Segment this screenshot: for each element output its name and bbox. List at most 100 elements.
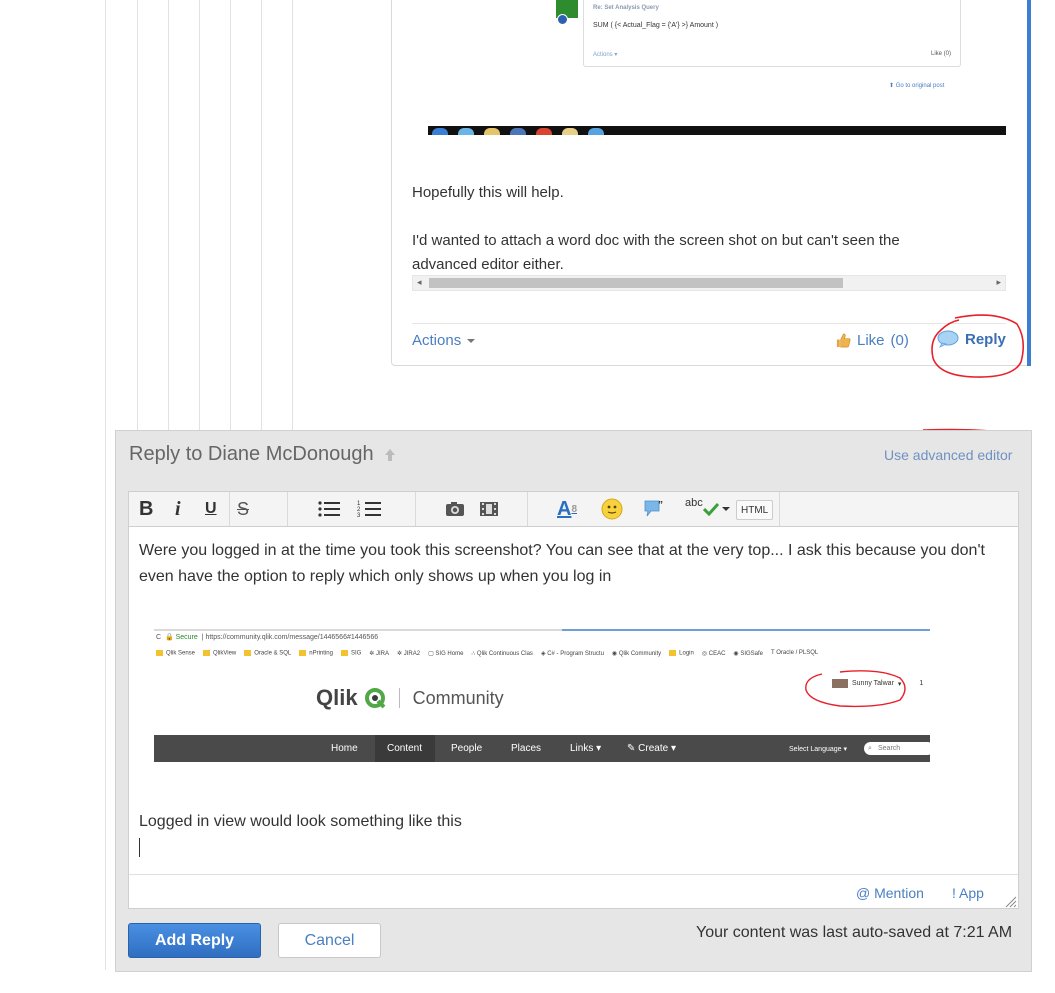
spellcheck-button[interactable]: abc bbox=[685, 497, 730, 521]
arrow-up-icon[interactable] bbox=[384, 448, 396, 462]
bullet-list-button[interactable] bbox=[317, 497, 341, 521]
taskbar-icon bbox=[484, 128, 500, 135]
spellcheck-icon: abc bbox=[685, 497, 703, 509]
resize-handle-icon[interactable] bbox=[1003, 894, 1017, 908]
toolbar-separator bbox=[779, 492, 780, 526]
horizontal-scrollbar[interactable]: ◂ ▸ bbox=[412, 275, 1006, 291]
folder-icon bbox=[299, 650, 307, 656]
thumbs-up-icon bbox=[836, 333, 851, 348]
scroll-right-icon[interactable]: ▸ bbox=[996, 277, 1001, 288]
bold-button[interactable]: B bbox=[139, 497, 153, 521]
folder-icon bbox=[203, 650, 211, 656]
chevron-down-icon bbox=[467, 339, 476, 344]
url-text: https://community.qlik.com/message/14465… bbox=[205, 634, 379, 641]
toolbar-separator bbox=[287, 492, 288, 526]
quote-button[interactable]: ” bbox=[643, 497, 667, 521]
bookmark-item: ∴ Qlik Continuous Clas bbox=[471, 651, 533, 657]
scrollbar-thumb[interactable] bbox=[429, 278, 843, 288]
search-icon: ⌕ bbox=[868, 744, 872, 752]
speech-bubble-icon bbox=[937, 330, 959, 348]
text-cursor bbox=[139, 838, 140, 857]
checkmark-icon bbox=[702, 502, 719, 516]
browser-tab-active bbox=[562, 629, 930, 631]
thread-line bbox=[137, 0, 138, 430]
bookmark-item: ✲ JIRA bbox=[369, 651, 390, 657]
bookmark-item: Oracle & SQL bbox=[244, 650, 291, 657]
reply-button[interactable]: Reply bbox=[937, 330, 1006, 348]
divider bbox=[412, 323, 1006, 324]
thread-line bbox=[105, 0, 106, 970]
select-language: Select Language ▾ bbox=[789, 746, 848, 753]
like-count: (0) bbox=[890, 332, 909, 349]
html-button[interactable]: HTML bbox=[736, 500, 774, 520]
embedded-post-title: Re: Set Analysis Query bbox=[593, 5, 659, 11]
folder-icon bbox=[340, 650, 348, 656]
thread-line bbox=[230, 0, 231, 430]
bookmark-item: ◈ C# - Program Structu bbox=[540, 651, 604, 657]
bookmark-item: Login bbox=[669, 650, 694, 657]
editor-toolbar: B i U S 1 2 3 A8 ” abc HTML bbox=[128, 491, 1019, 527]
taskbar-icon bbox=[432, 128, 448, 135]
scroll-left-icon[interactable]: ◂ bbox=[417, 277, 422, 288]
logo-divider bbox=[398, 688, 400, 708]
quote-icon: ” bbox=[644, 500, 663, 517]
svg-text:”: ” bbox=[658, 500, 663, 511]
mention-button[interactable]: @ Mention bbox=[856, 885, 924, 901]
taskbar-icon bbox=[510, 128, 526, 135]
svg-text:3: 3 bbox=[357, 513, 361, 519]
embedded-screenshot: C 🔒 Secure | https://community.qlik.com/… bbox=[154, 629, 930, 763]
insert-video-button[interactable] bbox=[479, 497, 499, 521]
folder-icon bbox=[669, 650, 677, 656]
strikethrough-button[interactable]: S bbox=[237, 497, 249, 521]
embedded-badge-icon bbox=[557, 14, 568, 25]
video-icon bbox=[480, 502, 498, 516]
thread-line bbox=[168, 0, 169, 430]
nav-item-places: Places bbox=[511, 743, 542, 754]
taskbar-icon bbox=[536, 128, 552, 135]
like-button[interactable]: Like (0) bbox=[836, 332, 909, 349]
numbered-list-button[interactable]: 1 2 3 bbox=[357, 497, 383, 521]
font-color-icon: A bbox=[557, 497, 572, 520]
emoji-button[interactable] bbox=[601, 497, 623, 521]
toolbar-separator bbox=[415, 492, 416, 526]
bullet-list-icon bbox=[318, 501, 340, 517]
post-text-line: I'd wanted to attach a word doc with the… bbox=[412, 232, 900, 249]
embedded-post-screenshot: Re: Set Analysis Query SUM ( {< Actual_F… bbox=[583, 0, 961, 67]
embedded-post-expression: SUM ( {< Actual_Flag = {'A'} >} Amount ) bbox=[593, 22, 719, 29]
reply-label: Reply bbox=[965, 330, 1006, 348]
qlik-community-logo: Qlik Community bbox=[316, 685, 504, 711]
cancel-button[interactable]: Cancel bbox=[278, 923, 381, 958]
bookmark-item: SIG bbox=[340, 650, 361, 657]
bookmark-item: ▢ SIG Home bbox=[428, 651, 464, 657]
bookmark-item: ◉ Qlik Community bbox=[611, 651, 662, 657]
app-button[interactable]: ! App bbox=[952, 885, 984, 901]
browser-address-bar: C 🔒 Secure | https://community.qlik.com/… bbox=[156, 634, 379, 641]
toolbar-separator bbox=[527, 492, 528, 526]
divider bbox=[129, 874, 1018, 875]
taskbar-icon bbox=[562, 128, 578, 135]
reply-heading: Reply to Diane McDonough bbox=[129, 443, 396, 466]
underline-button[interactable]: U bbox=[205, 497, 217, 521]
add-reply-button[interactable]: Add Reply bbox=[128, 923, 261, 958]
post-text-line: advanced editor either. bbox=[412, 256, 564, 273]
use-advanced-editor-link[interactable]: Use advanced editor bbox=[884, 447, 1012, 463]
embedded-like: Like (0) bbox=[930, 51, 951, 57]
numbered-list-icon: 1 2 3 bbox=[357, 501, 381, 519]
folder-icon bbox=[156, 650, 163, 656]
bookmark-item: QlikView bbox=[203, 650, 236, 657]
nav-item-home: Home bbox=[331, 743, 358, 754]
site-navbar: Home Content People Places Links ▾ ✎ Cre… bbox=[154, 735, 930, 762]
chevron-down-icon bbox=[721, 507, 730, 511]
secure-label: 🔒 Secure bbox=[164, 634, 198, 641]
nav-item-links: Links ▾ bbox=[570, 743, 602, 754]
bookmark-item: ✲ JIRA2 bbox=[397, 651, 421, 657]
thread-line bbox=[292, 0, 293, 430]
bookmark-item: T Oracle / PLSQL bbox=[771, 650, 819, 656]
insert-image-button[interactable] bbox=[445, 497, 465, 521]
actions-menu[interactable]: Actions bbox=[412, 332, 476, 349]
avatar bbox=[832, 679, 848, 688]
font-color-button[interactable]: A8 bbox=[557, 497, 577, 521]
italic-button[interactable]: i bbox=[175, 497, 181, 521]
embedded-taskbar bbox=[428, 126, 1006, 135]
community-wordmark: Community bbox=[412, 687, 504, 708]
